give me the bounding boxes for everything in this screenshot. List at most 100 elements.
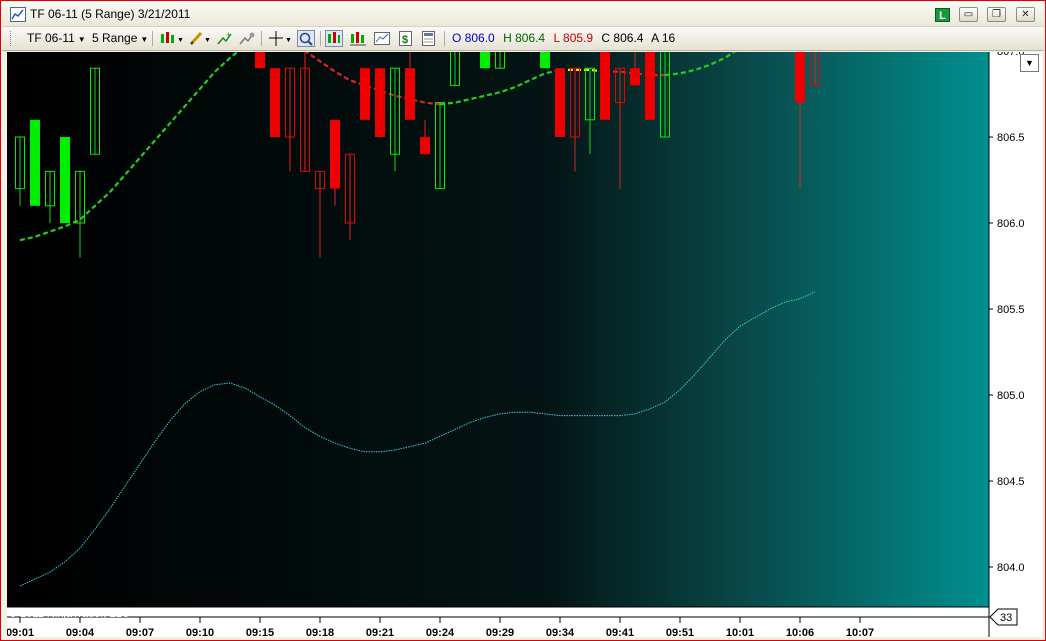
candle-body <box>420 137 430 155</box>
low-label: L <box>553 31 560 45</box>
time-tick-label: 09:34 <box>546 627 575 637</box>
candle-body <box>495 1 505 69</box>
chart-menu-chevron-icon[interactable]: ▼ <box>1020 54 1039 72</box>
window-title: TF 06-11 (5 Range) 3/21/2011 <box>30 7 191 21</box>
plot-background <box>7 52 989 607</box>
instrument-value: TF 06-11 <box>27 31 75 45</box>
close-button[interactable]: ✕ <box>1016 7 1035 22</box>
price-tick-label: 804.5 <box>997 476 1025 488</box>
time-tick-label: 10:07 <box>846 627 874 637</box>
candle-body <box>480 1 490 69</box>
low-value: 805.9 <box>563 31 594 45</box>
candle-body <box>435 102 445 190</box>
candle-body <box>360 68 370 120</box>
dollar-icon[interactable]: $ <box>397 30 415 47</box>
candle-body <box>270 68 280 137</box>
bars-type-icon[interactable]: ▼ <box>159 30 185 47</box>
candle-body <box>315 170 325 190</box>
volume-label: A <box>651 31 659 45</box>
candle-body <box>75 170 85 224</box>
time-tick-label: 09:15 <box>246 627 274 637</box>
time-tick-label: 09:41 <box>606 627 634 637</box>
chart-app-icon <box>10 7 26 22</box>
time-tick-label: 10:01 <box>726 627 754 637</box>
drawing-pencil-icon[interactable]: ▼ <box>188 30 212 47</box>
candle-body <box>405 68 415 120</box>
price-tick-label: 805.5 <box>997 304 1025 316</box>
candle-body <box>555 68 565 137</box>
strategy-icon[interactable] <box>238 30 256 47</box>
chart-panel[interactable]: 804.0804.5805.0805.5806.0806.5807.0807.5… <box>6 1 1042 639</box>
restore-button[interactable]: ❐ <box>987 7 1006 22</box>
candle-body <box>375 68 385 137</box>
time-tick-label: 09:10 <box>186 627 214 637</box>
chart-trader-icon[interactable] <box>349 30 367 47</box>
bars-count-label: 33 <box>1000 612 1012 624</box>
svg-text:▼: ▼ <box>177 37 184 44</box>
period-value: 5 Range <box>92 31 138 45</box>
time-tick-label: 09:04 <box>66 627 95 637</box>
open-value: 806.0 <box>464 31 495 45</box>
candle-body <box>300 67 310 172</box>
candle-body <box>795 1 805 103</box>
candle-body <box>540 33 550 69</box>
candle-body <box>330 119 340 189</box>
candle-body <box>255 33 265 69</box>
toolbar-separator <box>152 31 153 46</box>
price-tick-label: 806.5 <box>997 132 1025 144</box>
candle-body <box>570 67 580 138</box>
price-chart[interactable]: 804.0804.5805.0805.5806.0806.5807.0807.5… <box>6 1 1042 639</box>
ohlc-readout: O 806.0 H 806.4 L 805.9 C 806.4 A 16 <box>452 30 675 47</box>
title-bar[interactable]: TF 06-11 (5 Range) 3/21/2011 L ▭ ❐ ✕ <box>2 2 1044 27</box>
candle-body <box>630 68 640 86</box>
price-tick-label: 805.0 <box>997 390 1025 402</box>
candle-body <box>390 67 400 155</box>
price-tick-label: 806.0 <box>997 218 1025 230</box>
price-tick-label: 804.0 <box>997 562 1025 574</box>
time-tick-label: 10:06 <box>786 627 814 637</box>
candle-body <box>15 136 25 190</box>
link-instrument-button[interactable]: L <box>935 8 950 22</box>
candle-body <box>645 33 655 120</box>
toolbar-separator <box>261 31 262 46</box>
candle-body <box>45 170 55 207</box>
chevron-down-icon: ▼ <box>140 35 149 44</box>
close-value: 806.4 <box>613 31 644 45</box>
minimize-button[interactable]: ▭ <box>959 7 978 22</box>
candle-body <box>615 67 625 104</box>
svg-text:+: + <box>226 30 231 40</box>
candle-body <box>810 1 820 86</box>
time-tick-label: 09:07 <box>126 627 154 637</box>
svg-text:$: $ <box>402 34 408 46</box>
template-icon[interactable] <box>420 30 438 47</box>
copyright-text: © 2011 NinjaTrader, LLC <box>9 608 130 620</box>
toolbar-separator <box>320 31 321 46</box>
candle-body <box>660 50 670 138</box>
candle-body <box>600 51 610 120</box>
data-box-icon[interactable] <box>325 30 343 47</box>
candle-body <box>90 67 100 155</box>
time-tick-label: 09:18 <box>306 627 334 637</box>
high-value: 806.4 <box>515 31 546 45</box>
volume-value: 16 <box>661 31 676 45</box>
toolbar-grip[interactable] <box>10 31 14 46</box>
properties-icon[interactable] <box>373 30 391 47</box>
svg-text:▼: ▼ <box>204 37 211 44</box>
close-label: C <box>601 31 611 45</box>
time-tick-label: 09:29 <box>486 627 514 637</box>
instrument-selector[interactable]: TF 06-11 ▼ <box>27 30 86 47</box>
candle-body <box>60 137 70 223</box>
zoom-icon[interactable] <box>297 30 315 47</box>
chart-toolbar: TF 06-11 ▼ 5 Range ▼ ▼ ▼ + ▼ $ O 806.0 H… <box>2 27 1044 51</box>
open-label: O <box>452 31 462 45</box>
svg-text:▼: ▼ <box>285 37 292 44</box>
time-tick-label: 09:01 <box>7 627 34 637</box>
time-tick-label: 09:51 <box>666 627 694 637</box>
indicator-add-icon[interactable]: + <box>216 30 234 47</box>
candle-body <box>30 119 40 206</box>
candle-body <box>450 50 460 86</box>
crosshair-icon[interactable]: ▼ <box>268 30 292 47</box>
chart-window: TF 06-11 (5 Range) 3/21/2011 L ▭ ❐ ✕ TF … <box>0 0 1046 641</box>
candle-body <box>285 67 295 138</box>
period-selector[interactable]: 5 Range ▼ <box>92 30 148 47</box>
